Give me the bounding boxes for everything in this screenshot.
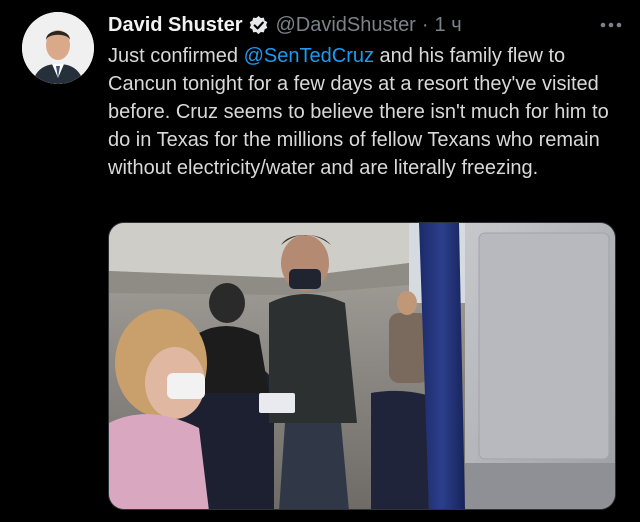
tweet-photo[interactable] (108, 222, 616, 510)
more-options-icon (600, 22, 622, 28)
more-options-button[interactable] (598, 12, 624, 38)
verified-badge-icon (250, 15, 268, 34)
tweet-text: Just confirmed @SenTedCruz and his famil… (108, 42, 628, 182)
tweet-time[interactable]: 1 ч (435, 14, 462, 37)
author-name[interactable]: David Shuster (108, 14, 242, 37)
tweet-text-before: Just confirmed (108, 45, 244, 67)
author-handle[interactable]: @DavidShuster (275, 14, 415, 37)
tweet-header: David Shuster @DavidShuster · 1 ч (108, 10, 624, 40)
avatar-photo (22, 12, 94, 84)
mention-link[interactable]: @SenTedCruz (244, 45, 374, 67)
airplane-cabin-photo (109, 223, 615, 509)
separator-dot: · (421, 13, 429, 36)
avatar[interactable] (22, 12, 94, 84)
